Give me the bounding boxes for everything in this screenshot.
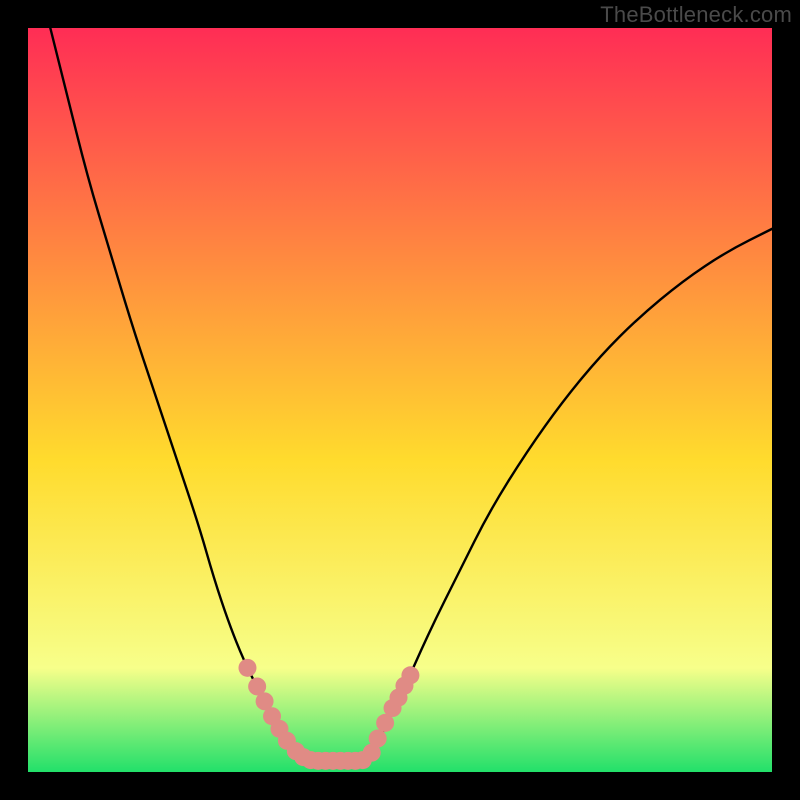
curve-marker: [369, 730, 387, 748]
plot-gradient-background: [28, 28, 772, 772]
chart-stage: TheBottleneck.com: [0, 0, 800, 800]
chart-svg: [0, 0, 800, 800]
watermark-text: TheBottleneck.com: [600, 2, 792, 28]
curve-marker: [401, 666, 419, 684]
curve-marker: [238, 659, 256, 677]
